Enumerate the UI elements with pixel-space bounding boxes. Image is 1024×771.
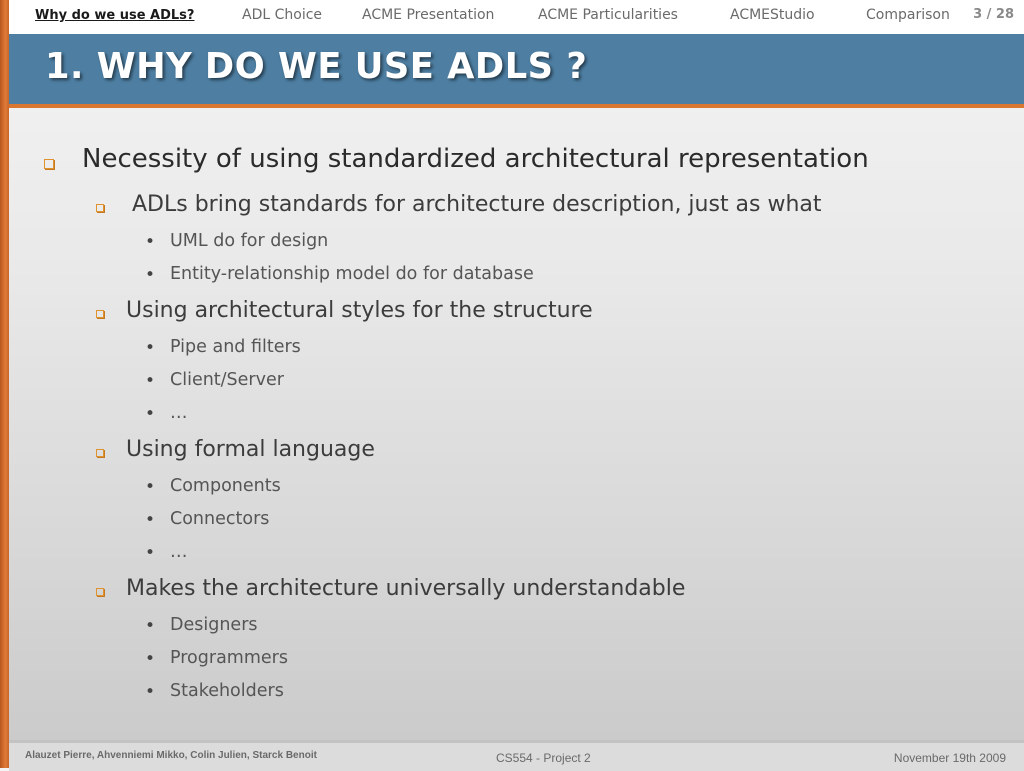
- list-item: Pipe and filters: [170, 337, 301, 357]
- bullet-dot-icon: •: [145, 682, 156, 702]
- square-bullet-icon: [96, 449, 104, 457]
- footer-authors: Alauzet Pierre, Ahvenniemi Mikko, Colin …: [25, 750, 317, 761]
- page-number: 3 / 28: [973, 7, 1014, 22]
- bullet-dot-icon: •: [145, 232, 156, 252]
- list-item: Designers: [170, 615, 258, 635]
- square-bullet-icon: [96, 204, 104, 212]
- list-item: …: [170, 542, 188, 562]
- slide-footer: Alauzet Pierre, Ahvenniemi Mikko, Colin …: [9, 740, 1024, 771]
- title-band: 1. WHY DO WE USE ADLS ?: [9, 34, 1024, 108]
- list-item: Stakeholders: [170, 681, 284, 701]
- bullet-dot-icon: •: [145, 543, 156, 563]
- bullet-dot-icon: •: [145, 265, 156, 285]
- bullet-dot-icon: •: [145, 649, 156, 669]
- nav-item-acmestudio[interactable]: ACMEStudio: [730, 7, 815, 23]
- nav-item-comparison[interactable]: Comparison: [866, 7, 950, 23]
- square-bullet-icon: [96, 310, 104, 318]
- footer-date: November 19th 2009: [893, 751, 1006, 765]
- bullet-dot-icon: •: [145, 616, 156, 636]
- bullet-dot-icon: •: [145, 510, 156, 530]
- sub-point: ADLs bring standards for architecture de…: [132, 192, 822, 217]
- main-point: Necessity of using standardized architec…: [82, 144, 869, 174]
- list-item: Programmers: [170, 648, 288, 668]
- list-item: Client/Server: [170, 370, 284, 390]
- bullet-dot-icon: •: [145, 371, 156, 391]
- bullet-dot-icon: •: [145, 338, 156, 358]
- bullet-dot-icon: •: [145, 477, 156, 497]
- list-item: Entity-relationship model do for databas…: [170, 264, 534, 284]
- sub-point: Using architectural styles for the struc…: [126, 298, 593, 323]
- sub-point: Using formal language: [126, 437, 375, 462]
- square-bullet-icon: [96, 588, 104, 596]
- square-bullet-icon: [44, 159, 54, 169]
- list-item: Components: [170, 476, 281, 496]
- nav-item-acme-particularities[interactable]: ACME Particularities: [538, 7, 678, 23]
- nav-item-acme-presentation[interactable]: ACME Presentation: [362, 7, 494, 23]
- top-navigation: Why do we use ADLs? ADL Choice ACME Pres…: [9, 0, 1024, 34]
- nav-item-adl-choice[interactable]: ADL Choice: [242, 7, 322, 23]
- nav-item-why-adls[interactable]: Why do we use ADLs?: [35, 8, 194, 23]
- list-item: UML do for design: [170, 231, 329, 251]
- slide-title: 1. WHY DO WE USE ADLS ?: [45, 46, 588, 87]
- sub-point: Makes the architecture universally under…: [126, 576, 686, 601]
- footer-course: CS554 - Project 2: [496, 751, 591, 765]
- list-item: Connectors: [170, 509, 270, 529]
- bullet-dot-icon: •: [145, 404, 156, 424]
- slide-content: Necessity of using standardized architec…: [0, 108, 1024, 738]
- list-item: …: [170, 403, 188, 423]
